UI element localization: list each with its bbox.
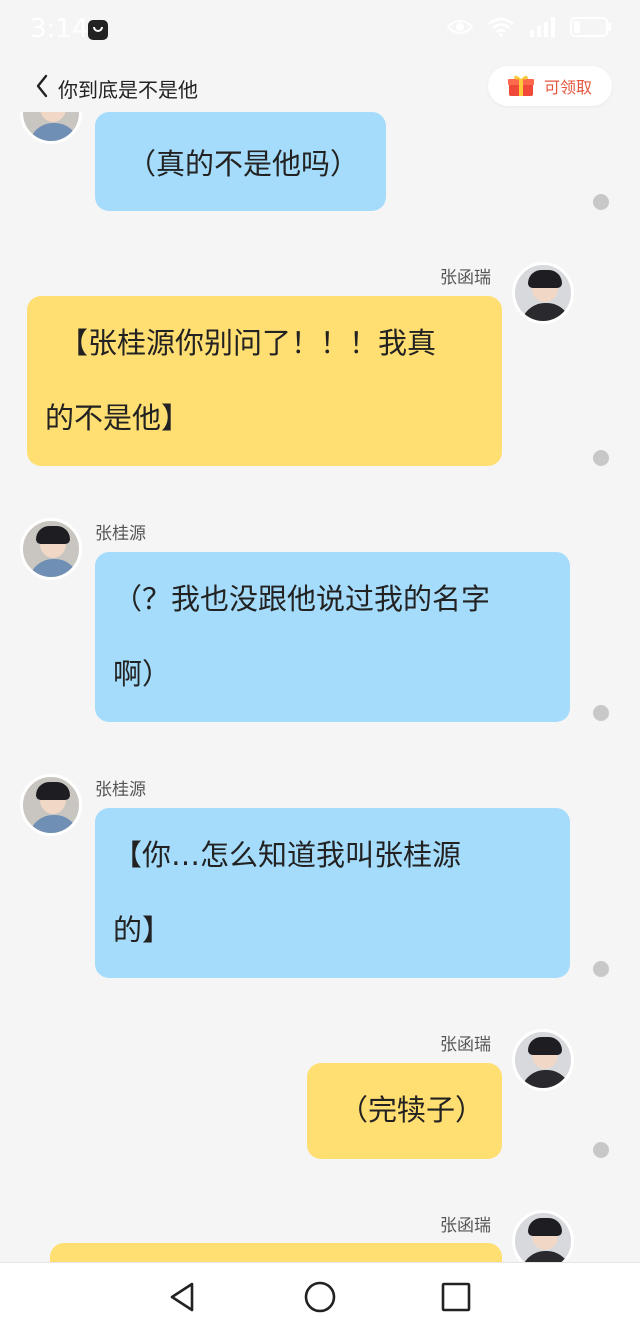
reward-label: 可领取: [543, 78, 592, 97]
message-bubble-left[interactable]: （真的不是他吗）: [95, 112, 386, 211]
message-text: （？我也没跟他说过我的名字: [113, 582, 491, 616]
sender-name: 张桂源: [95, 780, 146, 800]
header: 你到底是不是他 可领取: [0, 60, 640, 112]
read-status-dot: [593, 1142, 609, 1158]
message-text: 【你…怎么知道我叫张桂源: [113, 838, 462, 872]
recents-square-icon[interactable]: [439, 1280, 473, 1314]
home-circle-icon[interactable]: [303, 1280, 337, 1314]
message-bubble-right[interactable]: [50, 1243, 502, 1262]
message-bubble-left[interactable]: 【你…怎么知道我叫张桂源 的】: [95, 808, 570, 978]
app-notification-icon: [88, 20, 108, 40]
avatar-left[interactable]: [20, 112, 82, 144]
gift-icon: [507, 75, 534, 96]
sender-name: 张函瑞: [440, 1035, 491, 1055]
page-title: 你到底是不是他: [58, 78, 198, 102]
avatar-right[interactable]: [512, 262, 574, 324]
message-text: （完犊子）: [339, 1093, 485, 1127]
system-nav-bar: [0, 1262, 640, 1331]
signal-icon: [530, 17, 555, 37]
sender-name: 张函瑞: [440, 1216, 491, 1236]
status-icons: [446, 16, 612, 38]
message-text: （真的不是他吗）: [127, 147, 360, 181]
message-text: 啊）: [113, 657, 172, 691]
battery-icon: [570, 17, 611, 37]
message-bubble-left[interactable]: （？我也没跟他说过我的名字 啊）: [95, 552, 570, 722]
message-text: 的不是他】: [45, 401, 191, 435]
message-bubble-right[interactable]: （完犊子）: [307, 1063, 502, 1159]
back-arrow-icon[interactable]: [32, 72, 54, 100]
avatar-left[interactable]: [20, 774, 82, 836]
message-bubble-right[interactable]: 【张桂源你别问了！！！我真 的不是他】: [27, 296, 502, 466]
chat-list[interactable]: （真的不是他吗） 张函瑞 【张桂源你别问了！！！我真 的不是他】 张桂源 （？我…: [0, 112, 640, 1262]
reward-button[interactable]: 可领取: [488, 66, 612, 106]
status-time: 3:14: [30, 14, 89, 44]
message-text: 【张桂源你别问了！！！我真: [59, 326, 437, 360]
back-triangle-icon[interactable]: [166, 1280, 200, 1314]
avatar-right[interactable]: [512, 1029, 574, 1091]
read-status-dot: [593, 705, 609, 721]
status-bar: 3:14: [0, 0, 640, 60]
eye-icon: [446, 20, 474, 34]
sender-name: 张桂源: [95, 524, 146, 544]
avatar-left[interactable]: [20, 518, 82, 580]
read-status-dot: [593, 450, 609, 466]
wifi-icon: [488, 17, 514, 37]
read-status-dot: [593, 194, 609, 210]
message-text: 的】: [113, 913, 172, 947]
read-status-dot: [593, 961, 609, 977]
avatar-right[interactable]: [512, 1210, 574, 1262]
sender-name: 张函瑞: [440, 268, 491, 288]
